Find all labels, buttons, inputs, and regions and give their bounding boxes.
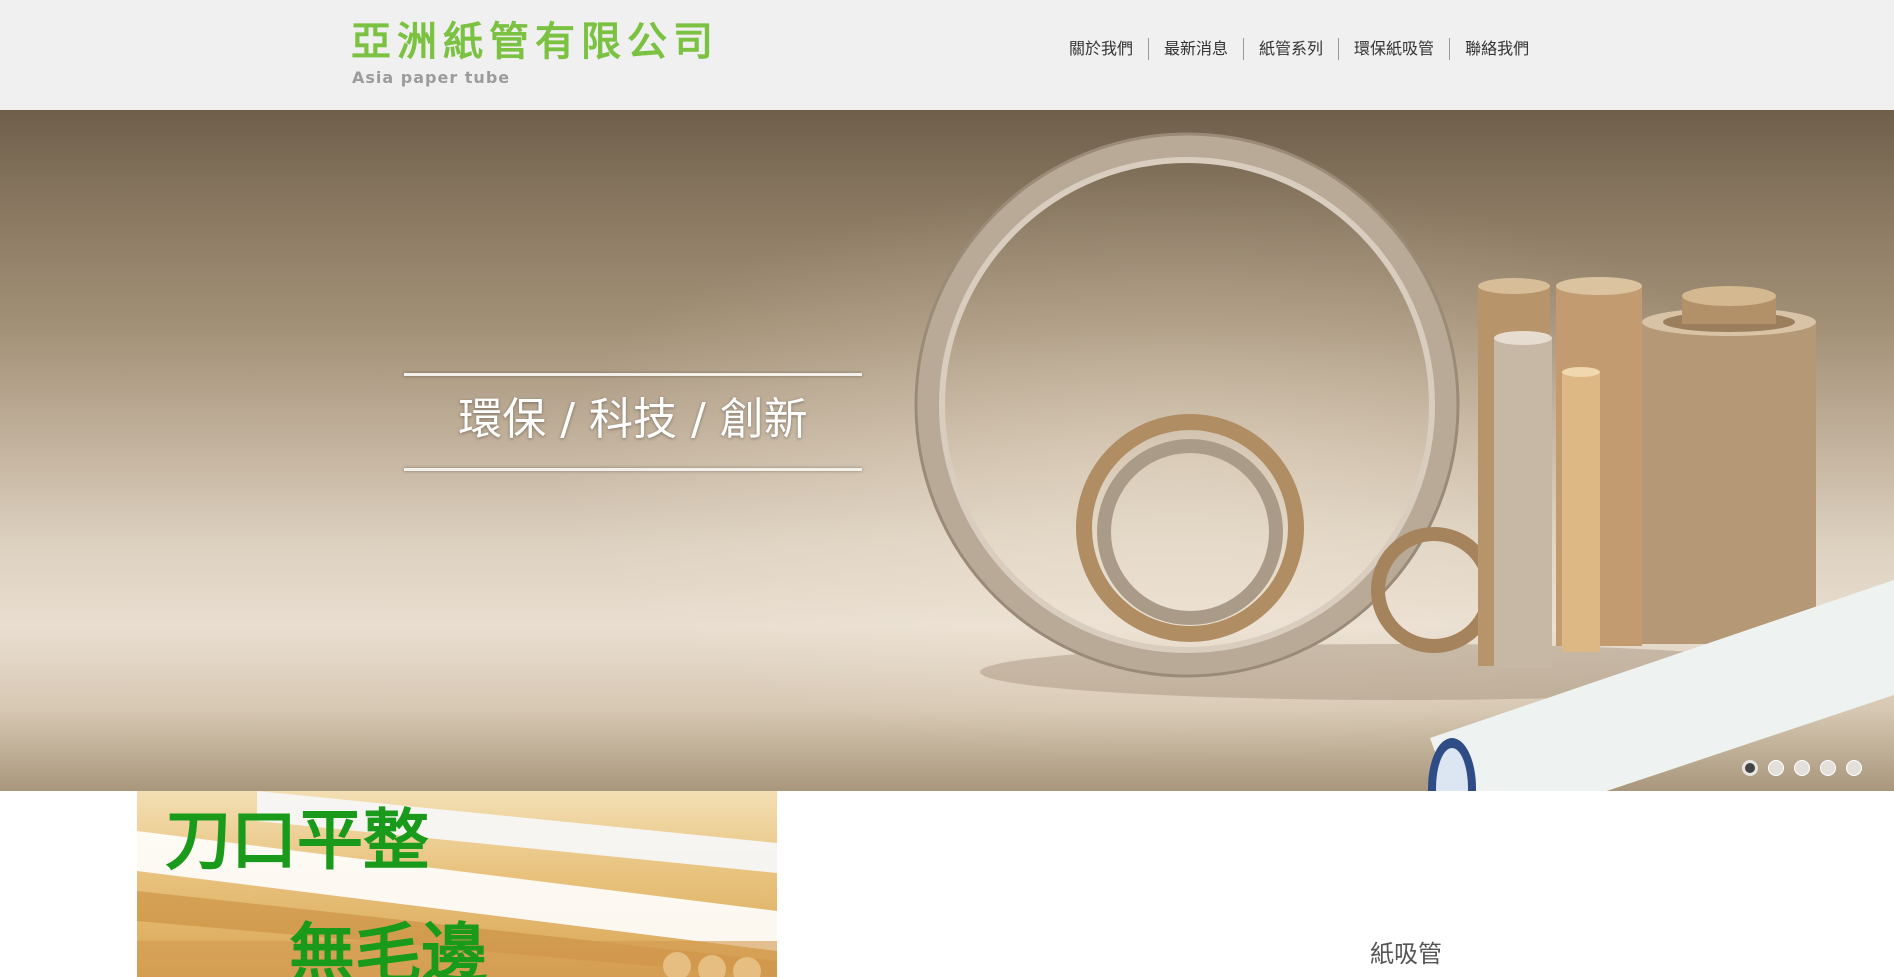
carousel-dot-1[interactable] <box>1742 760 1758 776</box>
tagline-top-rule <box>404 373 862 376</box>
nav-item-tube-series[interactable]: 紙管系列 <box>1243 38 1338 60</box>
nav-item-eco-straws[interactable]: 環保紙吸管 <box>1338 38 1449 60</box>
logo-chinese[interactable]: 亞洲紙管有限公司 <box>351 18 719 66</box>
carousel-dot-3[interactable] <box>1794 760 1810 776</box>
carousel-dot-2[interactable] <box>1768 760 1784 776</box>
nav-item-contact[interactable]: 聯絡我們 <box>1449 38 1544 60</box>
nav-item-about[interactable]: 關於我們 <box>1054 38 1148 60</box>
carousel-dot-5[interactable] <box>1846 760 1862 776</box>
nav-item-news[interactable]: 最新消息 <box>1148 38 1243 60</box>
section-title-paper-straws: 紙吸管 <box>1370 940 1442 968</box>
promo-headline-2: 無毛邊 <box>289 916 487 977</box>
paper-tubes-image <box>914 132 1894 791</box>
hero-carousel: 環保 / 科技 / 創新 <box>0 110 1894 791</box>
main-nav: 關於我們 最新消息 紙管系列 環保紙吸管 聯絡我們 <box>1054 36 1544 62</box>
tagline-bottom-rule <box>404 468 862 471</box>
site-header: 亞洲紙管有限公司 Asia paper tube 關於我們 最新消息 紙管系列 … <box>0 0 1894 110</box>
promo-headline-1: 刀口平整 <box>165 802 429 879</box>
straw-promo-image[interactable]: 刀口平整 無毛邊 <box>137 791 777 977</box>
carousel-dot-4[interactable] <box>1820 760 1836 776</box>
carousel-pagination <box>1742 760 1862 776</box>
logo-english[interactable]: Asia paper tube <box>352 68 510 88</box>
banner-tagline: 環保 / 科技 / 創新 <box>458 394 808 445</box>
